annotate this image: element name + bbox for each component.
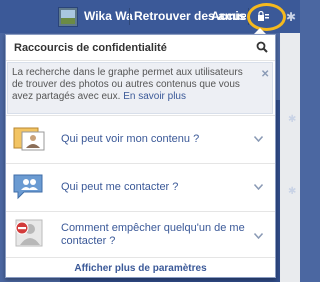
background-sidebar [280,33,300,282]
chevron-down-icon [254,184,263,190]
home-link[interactable]: Accueil [211,9,246,23]
dropdown-title: Raccourcis de confidentialité [14,42,167,54]
profile-link[interactable]: Wika Wa [84,9,133,23]
background-gear-icon: ✱ [288,114,297,125]
chevron-down-icon [254,233,263,239]
row-label: Qui peut voir mon contenu ? [61,133,200,145]
lock-icon[interactable] [258,11,269,21]
privacy-shortcuts-dropdown: Raccourcis de confidentialité La recherc… [5,34,276,278]
row-label: Comment empêcher quelqu'un de me contact… [61,222,245,247]
avatar[interactable] [58,7,78,27]
close-icon[interactable]: ✕ [261,69,269,80]
privacy-row-contact[interactable]: Qui peut me contacter ? [6,163,275,211]
privacy-row-content[interactable]: Qui peut voir mon contenu ? [6,115,275,163]
search-icon[interactable] [256,41,268,53]
learn-more-link[interactable]: En savoir plus [123,91,186,102]
more-settings-link[interactable]: Afficher plus de paramètres [74,263,206,274]
dropdown-footer: Afficher plus de paramètres [6,257,275,278]
nav-divider [129,8,130,25]
contact-icon [13,174,43,200]
graph-search-notice: La recherche dans le graphe permet aux u… [7,62,273,114]
chevron-down-icon [254,136,263,142]
row-label: Qui peut me contacter ? [61,181,179,193]
content-visibility-icon [13,127,45,151]
block-user-icon [15,219,43,247]
background-gear-icon: ✱ [288,186,297,197]
privacy-row-block[interactable]: Comment empêcher quelqu'un de me contact… [6,211,275,257]
dropdown-header: Raccourcis de confidentialité [6,35,275,61]
notice-text: La recherche dans le graphe permet aux u… [12,67,243,102]
gear-icon[interactable]: ✱ [286,10,296,24]
